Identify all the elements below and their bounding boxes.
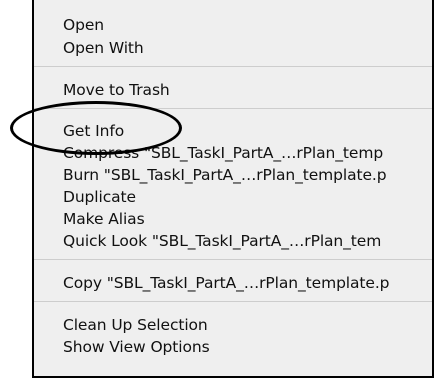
- menu-item-compress[interactable]: Compress "SBL_TaskI_PartA_…rPlan_temp: [63, 143, 383, 163]
- menu-item-clean-up-selection[interactable]: Clean Up Selection: [63, 315, 208, 335]
- menu-item-quick-look[interactable]: Quick Look "SBL_TaskI_PartA_…rPlan_tem: [63, 231, 381, 251]
- menu-item-move-to-trash[interactable]: Move to Trash: [63, 80, 170, 100]
- menu-item-get-info[interactable]: Get Info: [63, 121, 124, 141]
- menu-item-open[interactable]: Open: [63, 15, 104, 35]
- menu-separator: [34, 66, 432, 67]
- menu-item-burn[interactable]: Burn "SBL_TaskI_PartA_…rPlan_template.p: [63, 165, 387, 185]
- context-menu: Open Open With Move to Trash Get Info Co…: [32, 0, 434, 378]
- menu-item-open-with[interactable]: Open With: [63, 38, 144, 58]
- menu-item-duplicate[interactable]: Duplicate: [63, 187, 136, 207]
- menu-item-make-alias[interactable]: Make Alias: [63, 209, 145, 229]
- menu-item-copy[interactable]: Copy "SBL_TaskI_PartA_…rPlan_template.p: [63, 273, 390, 293]
- menu-item-show-view-options[interactable]: Show View Options: [63, 337, 210, 357]
- menu-separator: [34, 259, 432, 260]
- menu-separator: [34, 301, 432, 302]
- menu-separator: [34, 108, 432, 109]
